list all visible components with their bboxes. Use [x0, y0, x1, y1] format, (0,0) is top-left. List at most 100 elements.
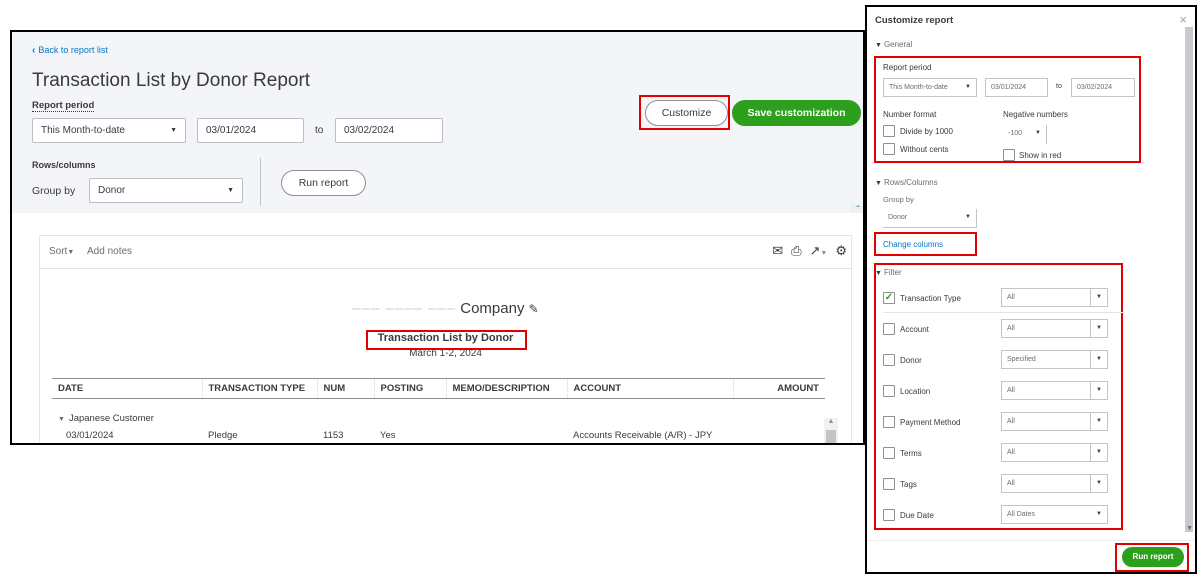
- show-in-red-checkbox[interactable]: [1003, 149, 1015, 161]
- negative-numbers-value: -100: [1008, 130, 1023, 137]
- panel-period-select[interactable]: This Month-to-date ▼: [883, 78, 977, 97]
- filter-payment-method-select[interactable]: All ▼: [1001, 412, 1108, 431]
- print-icon[interactable]: ⎙: [791, 243, 801, 259]
- caret-down-icon: ▼: [1096, 294, 1102, 300]
- report-content: Sort▼ Add notes ✉ ⎙ ↗▼ ⚙ ––– –––– ––– Co…: [39, 235, 852, 443]
- group-row[interactable]: ▼ Japanese Customer: [52, 399, 825, 428]
- panel-to-label: to: [1056, 83, 1062, 90]
- without-cents-checkbox[interactable]: [883, 143, 895, 155]
- divider: [260, 158, 261, 206]
- caret-down-icon: ▼: [1096, 418, 1102, 424]
- caret-down-icon: ▼: [1096, 356, 1102, 362]
- to-label: to: [315, 125, 324, 136]
- panel-group-by-select[interactable]: Donor ▼: [883, 209, 977, 228]
- close-icon[interactable]: ×: [1179, 12, 1187, 27]
- filter-due-date-checkbox[interactable]: [883, 509, 895, 521]
- filter-account-select[interactable]: All ▼: [1001, 319, 1108, 338]
- col-account[interactable]: ACCOUNT: [567, 378, 734, 399]
- caret-down-icon: ▼: [1096, 387, 1102, 393]
- divide-by-1000-checkbox[interactable]: [883, 125, 895, 137]
- filter-transaction-type-select[interactable]: All ▼: [1001, 288, 1108, 307]
- cell-date: 03/01/2024: [66, 430, 114, 441]
- change-columns-link[interactable]: Change columns: [883, 240, 943, 249]
- without-cents-label: Without cents: [900, 145, 949, 154]
- export-icon[interactable]: ↗▼: [810, 243, 828, 259]
- filter-tags-select[interactable]: All ▼: [1001, 474, 1108, 493]
- col-num[interactable]: NUM: [317, 378, 375, 399]
- scroll-down-icon[interactable]: ▼: [1186, 525, 1193, 532]
- panel-title: Customize report: [875, 15, 954, 26]
- caret-down-icon: ▼: [965, 84, 971, 90]
- section-general-toggle[interactable]: ▼ General: [875, 40, 912, 49]
- filter-transaction-type-label: Transaction Type: [900, 294, 961, 303]
- date-from-input[interactable]: 03/01/2024: [197, 118, 304, 143]
- filter-transaction-type-checkbox[interactable]: ✓: [883, 292, 895, 304]
- caret-down-icon: ▼: [1096, 449, 1102, 455]
- filter-terms-checkbox[interactable]: [883, 447, 895, 459]
- triangle-down-icon: ▼: [875, 180, 882, 187]
- section-general-label: General: [883, 40, 913, 49]
- email-icon[interactable]: ✉: [772, 243, 783, 259]
- filter-terms-select[interactable]: All ▼: [1001, 443, 1108, 462]
- panel-date-from-input[interactable]: 03/01/2024: [985, 78, 1048, 97]
- filter-payment-method-checkbox[interactable]: [883, 416, 895, 428]
- panel-run-report-button[interactable]: Run report: [1122, 547, 1184, 567]
- select-separator: [1090, 382, 1091, 399]
- col-posting[interactable]: POSTING: [374, 378, 447, 399]
- caret-down-icon: ▼: [1096, 480, 1102, 486]
- cell-memo: [446, 427, 567, 443]
- back-to-report-list-link[interactable]: ‹ Back to report list: [32, 45, 108, 56]
- back-link-label: Back to report list: [38, 45, 108, 55]
- panel-date-to-input[interactable]: 03/02/2024: [1071, 78, 1135, 97]
- scroll-thumb[interactable]: [826, 430, 836, 443]
- col-transaction-type[interactable]: TRANSACTION TYPE: [202, 378, 318, 399]
- group-by-select[interactable]: Donor ▼: [89, 178, 243, 203]
- filter-tags-label: Tags: [900, 480, 917, 489]
- company-name[interactable]: ––– –––– ––– Company ✎: [40, 300, 851, 317]
- filter-tags-checkbox[interactable]: [883, 478, 895, 490]
- report-period-select[interactable]: This Month-to-date ▼: [32, 118, 186, 143]
- select-separator: [1090, 475, 1091, 492]
- filter-location-select[interactable]: All ▼: [1001, 381, 1108, 400]
- col-memo[interactable]: MEMO/DESCRIPTION: [446, 378, 568, 399]
- report-table: DATE TRANSACTION TYPE NUM POSTING MEMO/D…: [52, 378, 825, 443]
- filter-donor-select[interactable]: Specified ▼: [1001, 350, 1108, 369]
- add-notes-link[interactable]: Add notes: [87, 246, 132, 257]
- col-date[interactable]: DATE: [52, 378, 203, 399]
- table-scrollbar[interactable]: ▲: [824, 418, 838, 443]
- table-row[interactable]: 03/01/2024 Pledge 1153 Yes Accounts Rece…: [52, 427, 825, 443]
- cell-num: 1153: [323, 430, 344, 441]
- scroll-up-icon[interactable]: ▲: [824, 418, 838, 425]
- filter-due-date-select[interactable]: All Dates ▼: [1001, 505, 1108, 524]
- section-filter-toggle[interactable]: ▼ Filter: [875, 268, 902, 277]
- panel-scrollbar[interactable]: [1185, 27, 1193, 532]
- cell-type[interactable]: Pledge: [202, 427, 317, 443]
- report-toolbar: Sort▼ Add notes ✉ ⎙ ↗▼ ⚙: [40, 236, 851, 269]
- filter-donor-checkbox[interactable]: [883, 354, 895, 366]
- group-name: Japanese Customer: [68, 413, 154, 424]
- negative-numbers-label: Negative numbers: [1003, 110, 1068, 119]
- save-customization-button[interactable]: Save customization: [732, 100, 861, 126]
- caret-down-icon: ▼: [1096, 325, 1102, 331]
- run-report-button[interactable]: Run report: [281, 170, 366, 196]
- date-to-input[interactable]: 03/02/2024: [335, 118, 443, 143]
- sort-dropdown[interactable]: Sort▼: [49, 246, 74, 257]
- triangle-down-icon: ▼: [875, 42, 882, 49]
- filter-location-label: Location: [900, 387, 931, 396]
- gear-icon[interactable]: ⚙: [835, 243, 847, 259]
- customize-button[interactable]: Customize: [645, 100, 728, 126]
- report-title: Transaction List by Donor: [40, 332, 851, 344]
- pencil-icon[interactable]: ✎: [529, 302, 539, 316]
- panel-group-by-value: Donor: [888, 214, 908, 221]
- caret-down-icon: ▼: [170, 127, 177, 134]
- filter-location-checkbox[interactable]: [883, 385, 895, 397]
- section-rows-columns-toggle[interactable]: ▼ Rows/Columns: [875, 178, 938, 187]
- caret-down-icon: ▼: [67, 249, 75, 256]
- cell-amount: [733, 427, 825, 443]
- negative-numbers-select[interactable]: -100 ▼: [1003, 125, 1047, 144]
- caret-down-icon: ▼: [1096, 511, 1102, 517]
- filter-divider: [883, 312, 1123, 313]
- report-screen: ‹ Back to report list Transaction List by…: [10, 30, 865, 445]
- filter-account-checkbox[interactable]: [883, 323, 895, 335]
- col-amount[interactable]: AMOUNT: [733, 378, 825, 399]
